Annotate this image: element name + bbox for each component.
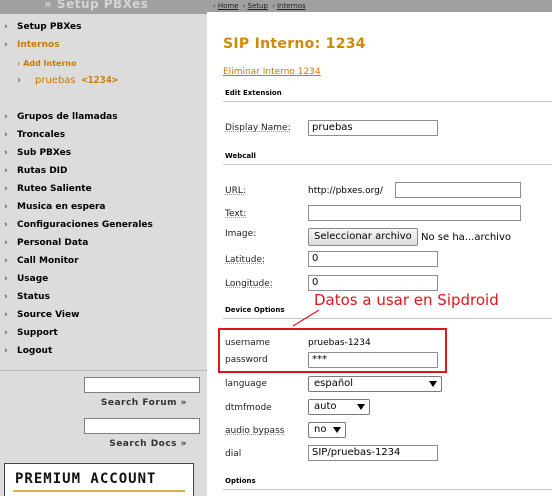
search-docs-input[interactable] — [84, 418, 200, 434]
dtmfmode-label: dtmfmode — [225, 403, 272, 413]
chevron-right-icon: › — [4, 130, 8, 140]
dropdown-arrow-icon — [357, 404, 365, 410]
chevron-right-icon: › — [4, 220, 8, 230]
nav-configuraciones-generales[interactable]: › Configuraciones Generales — [4, 220, 153, 230]
text-label: Text: — [225, 209, 247, 219]
page-title: SIP Interno: 1234 — [223, 36, 366, 52]
divider — [223, 164, 552, 165]
divider — [223, 489, 552, 490]
nav-usage[interactable]: › Usage — [4, 274, 48, 284]
nav-grupos-de-llamadas[interactable]: › Grupos de llamadas — [4, 112, 118, 122]
chevron-right-icon: › — [4, 346, 8, 356]
longitude-input[interactable]: 0 — [308, 275, 438, 291]
chevron-right-icon: › — [4, 202, 8, 212]
main-content: SIP Interno: 1234 Eliminar Interno 1234 … — [207, 12, 552, 496]
latitude-input[interactable]: 0 — [308, 251, 438, 267]
image-label: Image: — [225, 229, 257, 239]
dropdown-arrow-icon — [429, 381, 437, 387]
premium-account-banner[interactable]: PREMIUM ACCOUNT — [4, 463, 194, 496]
search-forum-input[interactable] — [84, 377, 200, 393]
section-device-options: Device Options — [225, 306, 285, 314]
nav-musica-en-espera[interactable]: › Musica en espera — [4, 202, 106, 212]
chevron-right-icon: › — [4, 238, 8, 248]
premium-underline — [13, 490, 185, 492]
dial-input[interactable]: SIP/pruebas-1234 — [308, 445, 438, 461]
language-select[interactable]: español — [308, 376, 442, 392]
display-name-input[interactable]: pruebas — [308, 120, 438, 136]
sidebar: » Setup PBXes › Setup PBXes › Internos › A… — [0, 0, 207, 496]
chevron-right-icon: › — [4, 184, 8, 194]
chevron-right-icon: › — [4, 148, 8, 158]
chevron-right-icon: › — [4, 328, 8, 338]
annotation-highlight-box — [218, 328, 447, 373]
nav-rutas-did[interactable]: › Rutas DID — [4, 166, 68, 176]
file-status: No se ha...archivo — [421, 232, 511, 243]
nav-troncales[interactable]: › Troncales — [4, 130, 65, 140]
url-label: URL: — [225, 186, 246, 196]
breadcrumb-home[interactable]: Home — [218, 2, 239, 10]
latitude-label: Latitude: — [225, 255, 266, 265]
chevron-right-icon: › — [4, 274, 8, 284]
breadcrumb: › Home › Setup › Internos — [207, 0, 552, 12]
dtmfmode-select[interactable]: auto — [308, 399, 370, 415]
section-edit-extension: Edit Extension — [225, 89, 282, 97]
dial-label: dial — [225, 449, 242, 459]
divider — [223, 318, 552, 319]
chevron-right-icon: › — [4, 292, 8, 302]
nav-sub-pbxes[interactable]: › Sub PBXes — [4, 148, 71, 158]
premium-account-label: PREMIUM ACCOUNT — [15, 471, 157, 487]
nav-status[interactable]: › Status — [4, 292, 50, 302]
nav-interno-pruebas[interactable]: › pruebas <1234> — [17, 75, 118, 86]
chevron-right-icon: › — [4, 256, 8, 266]
nav-setup-pbxes[interactable]: › Setup PBXes — [4, 22, 82, 32]
chevron-right-icon: › — [4, 166, 8, 176]
nav-ruteo-saliente[interactable]: › Ruteo Saliente — [4, 184, 92, 194]
breadcrumb-internos[interactable]: Internos — [277, 2, 306, 10]
delete-interno-link[interactable]: Eliminar Interno 1234 — [223, 67, 321, 77]
annotation-label: Datos a usar en Sipdroid — [314, 291, 499, 309]
section-webcall: Webcall — [225, 152, 256, 160]
nav-source-view[interactable]: › Source View — [4, 310, 79, 320]
audio-bypass-select[interactable]: no — [308, 422, 346, 438]
nav-logout[interactable]: › Logout — [4, 346, 52, 356]
nav-personal-data[interactable]: › Personal Data — [4, 238, 88, 248]
chevron-right-icon: › — [4, 112, 8, 122]
display-name-label: Display Name: — [225, 123, 291, 133]
dropdown-arrow-icon — [333, 427, 341, 433]
choose-file-button[interactable]: Seleccionar archivo — [308, 228, 418, 246]
chevron-right-icon: › — [17, 75, 21, 86]
chevron-right-icon: › — [4, 22, 8, 32]
chevron-right-icon: › — [4, 310, 8, 320]
nav-call-monitor[interactable]: › Call Monitor — [4, 256, 79, 266]
audio-bypass-label: audio bypass — [225, 426, 285, 436]
nav-add-interno[interactable]: › Add Interno — [17, 59, 77, 68]
section-options: Options — [225, 477, 256, 485]
search-docs-link[interactable]: Search Docs » — [109, 439, 187, 449]
divider — [223, 101, 552, 102]
sidebar-header-title: » Setup PBXes — [44, 0, 149, 11]
search-forum-link[interactable]: Search Forum » — [101, 398, 187, 408]
sidebar-header: » Setup PBXes — [0, 0, 207, 14]
chevron-right-icon: › — [4, 40, 8, 50]
text-input[interactable] — [308, 205, 521, 221]
sidebar-divider — [0, 370, 207, 371]
url-prefix: http://pbxes.org/ — [308, 186, 383, 196]
breadcrumb-setup[interactable]: Setup — [248, 2, 268, 10]
longitude-label: Longitude: — [225, 279, 273, 289]
language-label: language — [225, 379, 267, 389]
nav-internos[interactable]: › Internos — [4, 40, 60, 50]
nav-support[interactable]: › Support — [4, 328, 58, 338]
url-input[interactable] — [395, 182, 521, 198]
